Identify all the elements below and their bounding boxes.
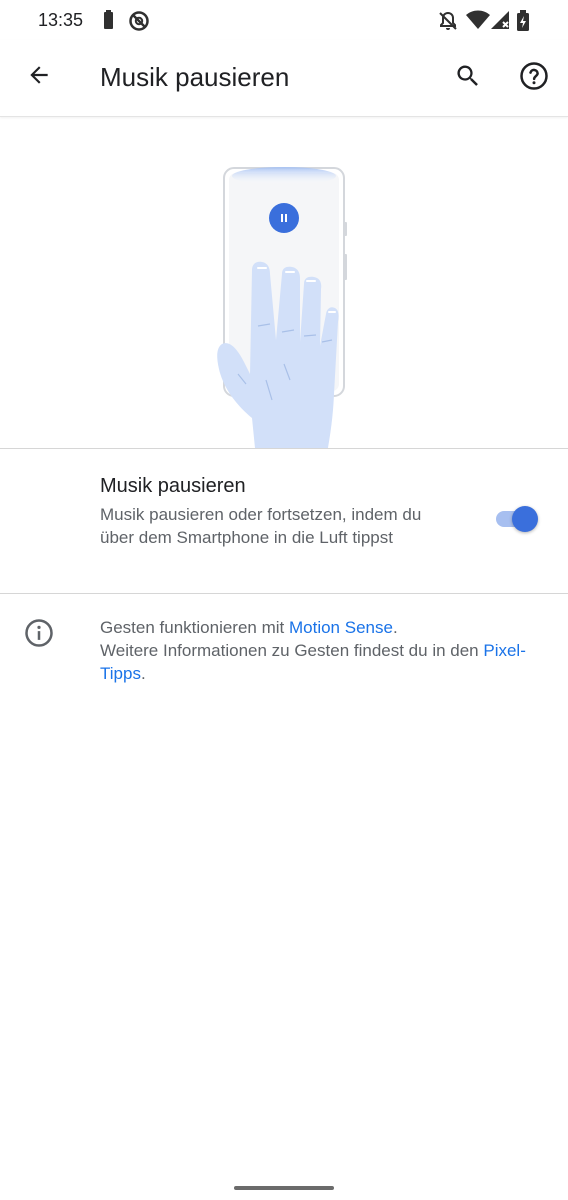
arrow-back-icon bbox=[26, 62, 52, 93]
help-icon bbox=[519, 61, 549, 96]
pause-music-setting-row[interactable]: Musik pausieren Musik pausieren oder for… bbox=[0, 449, 568, 593]
battery-saver-icon bbox=[102, 10, 114, 35]
footer-text: Gesten funktionieren mit Motion Sense. W… bbox=[100, 616, 550, 685]
search-icon bbox=[454, 62, 482, 95]
do-not-disturb-icon bbox=[128, 10, 150, 37]
toggle-thumb bbox=[512, 506, 538, 532]
battery-charging-icon bbox=[516, 10, 530, 37]
motion-sense-link[interactable]: Motion Sense bbox=[289, 618, 393, 637]
info-icon bbox=[24, 618, 54, 653]
gesture-nav-handle[interactable] bbox=[234, 1186, 334, 1190]
footer-line1-prefix: Gesten funktionieren mit bbox=[100, 618, 289, 637]
status-time: 13:35 bbox=[38, 10, 84, 30]
phone-hand-illustration bbox=[217, 167, 347, 448]
footer-info: Gesten funktionieren mit Motion Sense. W… bbox=[0, 606, 568, 706]
footer-line1-suffix: . bbox=[392, 618, 398, 637]
footer-line2-suffix: . bbox=[140, 664, 146, 683]
page-title: Musik pausieren bbox=[100, 62, 290, 92]
back-button[interactable] bbox=[20, 58, 58, 96]
wifi-icon bbox=[466, 10, 490, 35]
setting-title: Musik pausieren bbox=[100, 475, 246, 497]
settings-screen: 13:35 Musik pausieren Musik pausieren Mu… bbox=[0, 0, 568, 1200]
help-button[interactable] bbox=[514, 58, 554, 98]
pause-music-toggle[interactable] bbox=[492, 505, 542, 535]
gesture-illustration bbox=[0, 118, 568, 448]
status-bar: 13:35 bbox=[0, 0, 568, 40]
signal-icon bbox=[490, 10, 510, 35]
footer-line2: Weitere Informationen zu Gesten findest … bbox=[100, 641, 484, 660]
setting-summary: Musik pausieren oder fortsetzen, indem d… bbox=[100, 505, 422, 547]
section-divider bbox=[0, 593, 568, 594]
search-button[interactable] bbox=[448, 58, 488, 98]
notifications-off-icon bbox=[437, 10, 459, 37]
app-bar: Musik pausieren bbox=[0, 40, 568, 117]
